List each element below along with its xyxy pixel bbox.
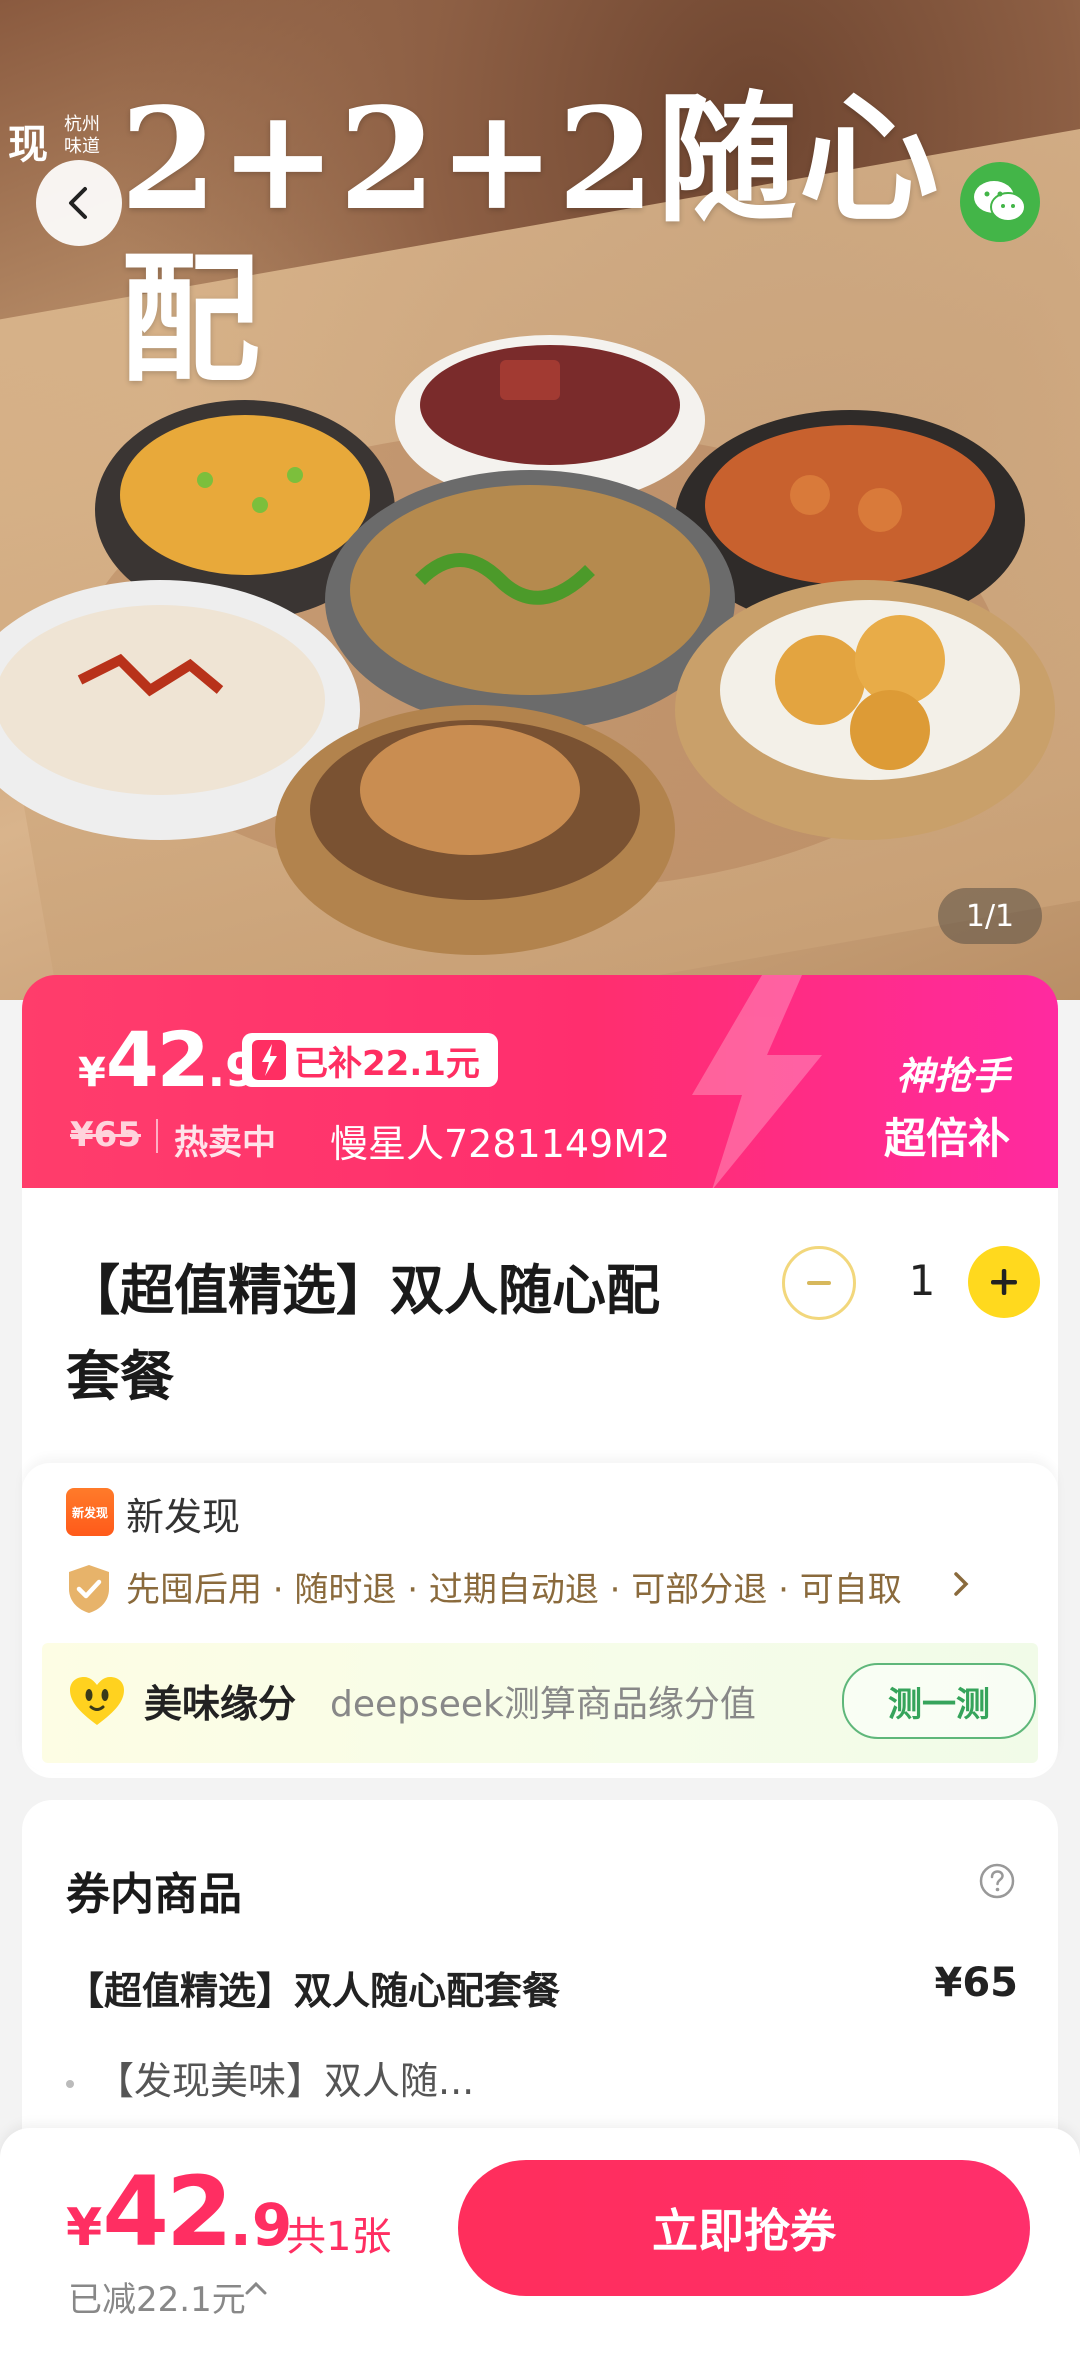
brand-logo-main: 现 xyxy=(8,122,48,168)
decrease-quantity-button[interactable] xyxy=(782,1246,856,1320)
total-integer: 42 xyxy=(102,2156,233,2268)
chevron-right-icon xyxy=(954,1572,969,1596)
brand-logo-sub: 杭州味道 xyxy=(64,114,100,157)
product-title: 【超值精选】双人随心配套餐 xyxy=(66,1259,660,1408)
bolt-badge-icon xyxy=(252,1040,286,1080)
discount-summary[interactable]: 已减22.1元 xyxy=(68,2272,246,2321)
test-match-button[interactable]: 测一测 xyxy=(842,1663,1036,1739)
current-price: ¥42.9 xyxy=(78,1015,257,1104)
subsidy-badge: 已补22.1元 xyxy=(242,1033,498,1087)
voucher-sub-item-text: 【发现美味】双人随... xyxy=(96,2059,475,2103)
taste-match-description: deepseek测算商品缘分值 xyxy=(330,1684,756,1725)
merchant-logo: 新发现 xyxy=(66,1488,114,1536)
hot-sale-label: 热卖中 xyxy=(174,1123,276,1163)
price-currency: ¥ xyxy=(78,1050,106,1096)
shield-check-icon xyxy=(69,1565,109,1613)
price-banner: ¥42.9 已补22.1元 ¥65 热卖中 慢星人7281149M2 神抢手 超… xyxy=(22,975,1058,1190)
product-image-banner[interactable]: 现 杭州味道 2+2+2随心配 1/1 xyxy=(0,0,1080,1000)
taste-match-bar: 美味缘分 deepseek测算商品缘分值 测一测 xyxy=(42,1643,1038,1763)
quantity-stepper: 1 xyxy=(782,1246,1042,1320)
merchant-name[interactable]: 新发现 xyxy=(126,1486,240,1541)
total-price: ¥42.9 xyxy=(66,2156,292,2268)
brand-logo: 现 杭州味道 xyxy=(8,108,128,168)
user-id-label: 慢星人7281149M2 xyxy=(330,1122,671,1166)
promo-label-2: 超倍补 xyxy=(883,1114,1010,1163)
product-card: 【超值精选】双人随心配套餐 1 新发现 新发现 先囤后用 · 随时退 · 过期自… xyxy=(22,1188,1058,1778)
chevron-up-icon[interactable] xyxy=(242,2278,270,2298)
voucher-item-name: 【超值精选】双人随心配套餐 xyxy=(66,1969,561,2013)
wechat-icon xyxy=(974,181,1026,222)
voucher-item-price: ¥65 xyxy=(934,1960,1019,2006)
service-guarantees[interactable]: 先囤后用 · 随时退 · 过期自动退 · 可部分退 · 可自取 xyxy=(126,1562,902,1611)
voucher-items-title: 券内商品 xyxy=(66,1869,242,1920)
question-circle-icon[interactable] xyxy=(978,1862,1016,1900)
merchant-logo-text: 新发现 xyxy=(71,1505,108,1520)
image-counter: 1/1 xyxy=(938,888,1042,944)
food-dishes-illustration xyxy=(0,335,1055,955)
heart-face-icon xyxy=(70,1677,124,1725)
plus-icon xyxy=(991,1269,1017,1295)
promo-label-1: 神抢手 xyxy=(895,1054,1010,1098)
back-button[interactable] xyxy=(36,160,122,246)
voucher-count: 共1张 xyxy=(286,2214,392,2260)
share-wechat-button[interactable] xyxy=(960,162,1040,242)
taste-match-label: 美味缘分 xyxy=(144,1682,297,1726)
bolt-icon xyxy=(692,975,822,1190)
original-price: ¥65 xyxy=(70,1115,141,1155)
divider xyxy=(156,1119,158,1153)
price-integer: 42 xyxy=(105,1015,210,1104)
bullet-dot xyxy=(66,2079,74,2088)
quantity-value: 1 xyxy=(908,1256,936,1305)
total-currency: ¥ xyxy=(66,2198,103,2258)
subsidy-text: 已补22.1元 xyxy=(294,1043,480,1084)
minus-icon xyxy=(807,1281,831,1285)
back-arrow-icon xyxy=(69,187,87,219)
total-decimal: .9 xyxy=(229,2191,293,2259)
increase-quantity-button[interactable] xyxy=(968,1246,1040,1318)
checkout-bar: ¥42.9 共1张 已减22.1元 立即抢券 xyxy=(0,2128,1080,2376)
voucher-sub-item: 【发现美味】双人随... xyxy=(66,2050,474,2105)
buy-now-button[interactable]: 立即抢券 xyxy=(458,2160,1030,2296)
